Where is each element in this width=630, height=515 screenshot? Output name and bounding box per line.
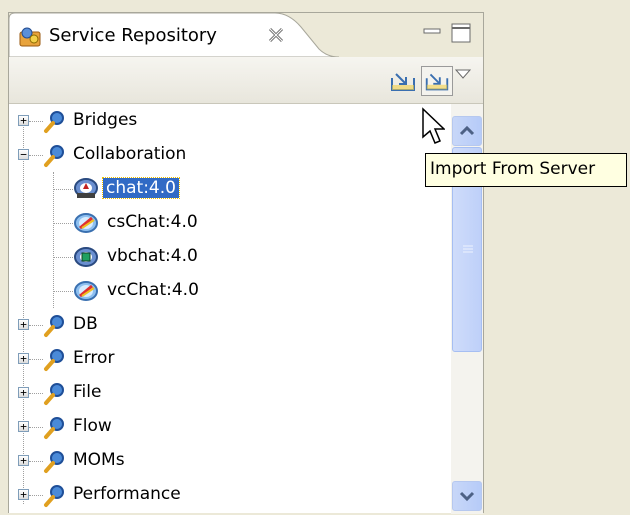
tree-item-label: Flow (73, 416, 112, 436)
expand-toggle[interactable]: + (18, 115, 29, 126)
category-icon (44, 111, 64, 133)
tree-item-cschat[interactable]: csChat:4.0 (9, 206, 451, 240)
maximize-icon[interactable] (449, 21, 473, 45)
category-icon (44, 451, 64, 473)
tree-item-db[interactable]: + DB (9, 308, 451, 342)
expand-toggle[interactable]: + (18, 387, 29, 398)
tree-item-bridges[interactable]: + Bridges (9, 104, 451, 138)
tree-item-label: Error (73, 348, 115, 368)
chat-service-icon (74, 178, 98, 198)
tree-item-vbchat[interactable]: vbchat:4.0 (9, 240, 451, 274)
tree-item-label: vbchat:4.0 (107, 246, 198, 266)
tree-item-label: vcChat:4.0 (107, 280, 199, 300)
editor-area (495, 0, 630, 513)
tree-item-label: DB (73, 314, 98, 334)
tree-item-moms[interactable]: + MOMs (9, 444, 451, 478)
expand-toggle[interactable]: + (18, 319, 29, 330)
tree-item-label: Bridges (73, 110, 138, 130)
chevron-down-icon (459, 491, 475, 502)
tooltip: Import From Server (425, 153, 627, 187)
minimize-icon[interactable] (421, 21, 443, 43)
service-tree: + Bridges − Collaboration chat:4.0 csCha… (9, 104, 451, 514)
expand-toggle[interactable]: + (18, 455, 29, 466)
category-icon (44, 417, 64, 439)
category-icon (44, 485, 64, 507)
view-tab-bar: Service Repository (9, 13, 483, 57)
view-title: Service Repository (49, 25, 217, 46)
scroll-up-button[interactable] (452, 116, 482, 146)
tree-item-label: Performance (73, 484, 181, 504)
import-button[interactable] (387, 66, 419, 96)
tree-item-label: csChat:4.0 (107, 212, 198, 232)
chevron-up-icon (459, 125, 475, 136)
category-icon (44, 145, 64, 167)
view-menu-chevron-icon[interactable] (453, 67, 473, 81)
view-toolbar (9, 57, 483, 104)
import-from-server-icon (425, 73, 449, 91)
expand-toggle[interactable]: + (18, 489, 29, 500)
service-repository-view: Service Repository + Bridges − Collabora… (8, 12, 484, 514)
vcchat-service-icon (74, 281, 98, 301)
view-tab[interactable]: Service Repository (9, 13, 339, 57)
tree-item-performance[interactable]: + Performance (9, 478, 451, 512)
grip-icon (463, 245, 473, 253)
category-icon (44, 349, 64, 371)
tree-item-label: MOMs (73, 450, 125, 470)
cschat-service-icon (74, 213, 98, 233)
tree-item-label: File (73, 382, 102, 402)
tree-item-error[interactable]: + Error (9, 342, 451, 376)
service-repository-icon (19, 27, 41, 47)
tree-item-label: chat:4.0 (102, 177, 180, 199)
import-icon (391, 73, 415, 91)
expand-toggle[interactable]: + (18, 421, 29, 432)
expand-toggle[interactable]: + (18, 353, 29, 364)
tree-item-label: Collaboration (73, 144, 187, 164)
tree-item-collaboration[interactable]: − Collaboration (9, 138, 451, 172)
tree-item-chat[interactable]: chat:4.0 (9, 172, 451, 206)
category-icon (44, 383, 64, 405)
tree-item-vcchat[interactable]: vcChat:4.0 (9, 274, 451, 308)
scroll-down-button[interactable] (452, 481, 482, 511)
category-icon (44, 315, 64, 337)
tree-item-flow[interactable]: + Flow (9, 410, 451, 444)
vbchat-service-icon (74, 247, 98, 267)
mouse-cursor-icon (422, 107, 445, 144)
collapse-toggle[interactable]: − (18, 149, 29, 160)
import-from-server-button[interactable] (421, 66, 453, 96)
tree-item-file[interactable]: + File (9, 376, 451, 410)
close-icon[interactable] (267, 26, 285, 44)
